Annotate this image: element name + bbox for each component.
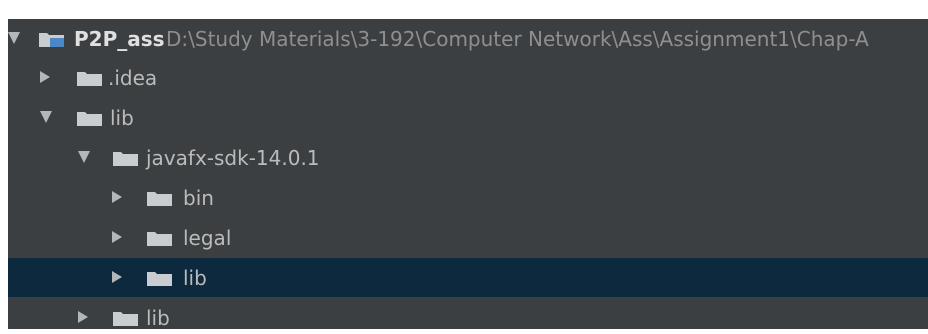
module-folder-icon [38, 32, 66, 48]
tree-row-lib[interactable]: lib [8, 98, 928, 137]
root-folder-name: P2P_ass [74, 27, 165, 51]
folder-label: lib [183, 266, 207, 290]
expand-arrow-icon[interactable] [112, 231, 122, 243]
expand-arrow-icon[interactable] [78, 311, 88, 323]
project-tree: P2P_ass D:\Study Materials\3-192\Compute… [8, 19, 928, 329]
collapse-arrow-icon[interactable] [78, 151, 90, 163]
folder-label: lib [146, 306, 170, 329]
folder-icon [146, 271, 174, 287]
folder-icon [112, 151, 140, 167]
tree-row-root[interactable]: P2P_ass D:\Study Materials\3-192\Compute… [8, 19, 928, 58]
expand-arrow-icon[interactable] [40, 71, 50, 83]
tree-row-lib-2[interactable]: lib [8, 298, 928, 329]
folder-icon [146, 191, 174, 207]
tree-row-javafx-sdk[interactable]: javafx-sdk-14.0.1 [8, 138, 928, 177]
tree-row-lib-selected[interactable]: lib [8, 258, 928, 297]
expand-arrow-icon[interactable] [8, 32, 20, 44]
project-panel: P2P_ass D:\Study Materials\3-192\Compute… [0, 0, 928, 334]
expand-arrow-icon[interactable] [112, 271, 122, 283]
folder-icon [146, 231, 174, 247]
folder-icon [112, 311, 140, 327]
tree-row-idea[interactable]: .idea [8, 58, 928, 97]
tree-row-bin[interactable]: bin [8, 178, 928, 217]
root-folder-path: D:\Study Materials\3-192\Computer Networ… [166, 27, 869, 51]
folder-label: .idea [108, 66, 158, 90]
tree-row-legal[interactable]: legal [8, 218, 928, 257]
folder-label: javafx-sdk-14.0.1 [146, 146, 320, 170]
collapse-arrow-icon[interactable] [40, 111, 52, 123]
folder-label: bin [183, 186, 214, 210]
folder-label: lib [110, 106, 134, 130]
folder-label: legal [183, 226, 232, 250]
expand-arrow-icon[interactable] [112, 191, 122, 203]
folder-icon [76, 111, 104, 127]
folder-icon [76, 71, 104, 87]
